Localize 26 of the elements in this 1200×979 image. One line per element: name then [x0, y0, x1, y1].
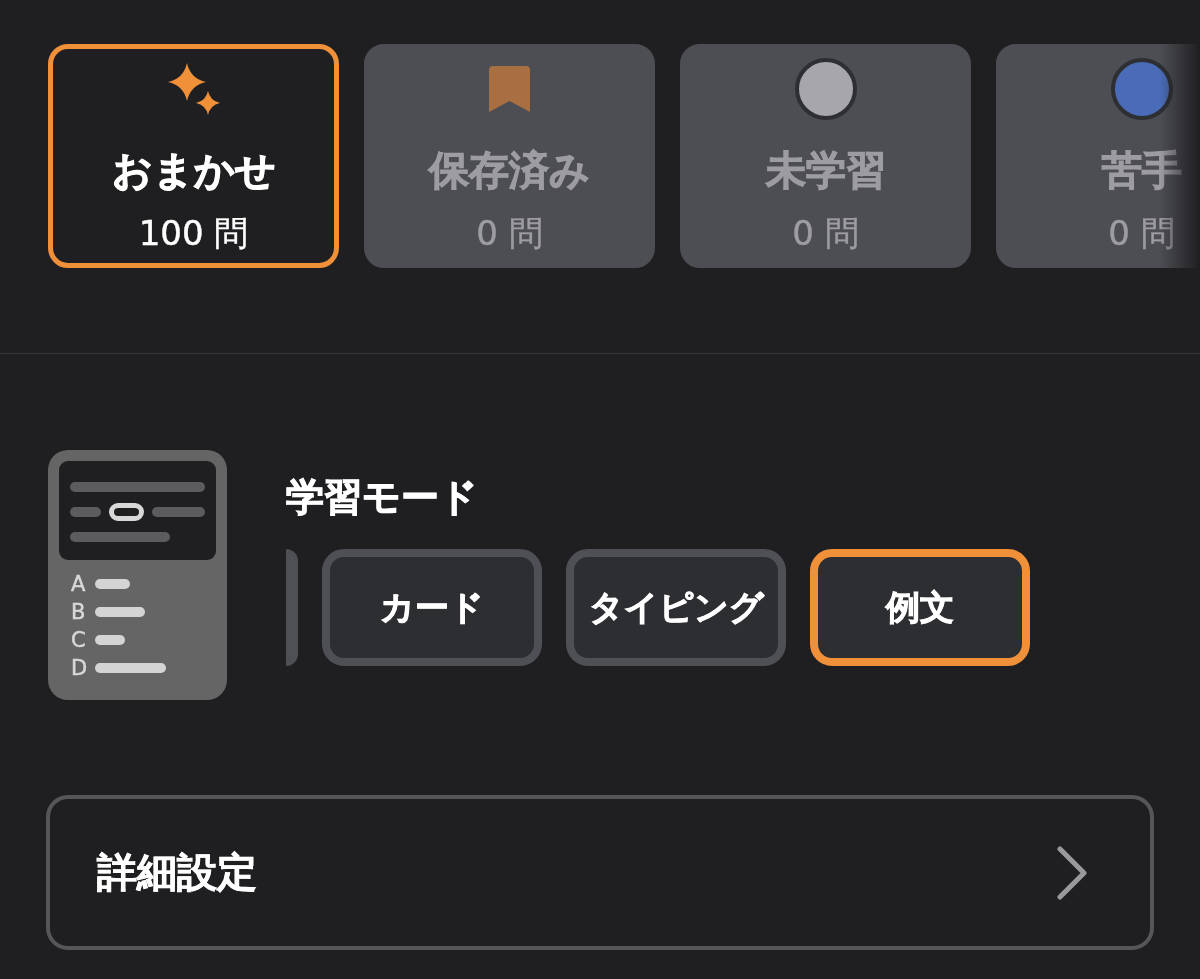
- question-count: 0 問: [476, 213, 543, 253]
- option-letter: D: [71, 656, 89, 680]
- question-count: 0 問: [792, 213, 859, 253]
- option-letter: B: [71, 600, 87, 624]
- category-card[interactable]: おまかせ 100 問: [48, 44, 339, 268]
- chevron-right-icon: [1057, 845, 1087, 900]
- option-bar-icon: [95, 579, 130, 589]
- question-count: 0 問: [1108, 213, 1175, 253]
- mode-button[interactable]: カード: [322, 549, 542, 666]
- option-bar-icon: [95, 607, 145, 617]
- question-count: 100 問: [138, 213, 249, 253]
- mode-button[interactable]: 例文: [810, 549, 1030, 666]
- option-letter: C: [71, 628, 87, 652]
- mode-button[interactable]: タイピング: [566, 549, 786, 666]
- option-bar-icon: [95, 663, 166, 673]
- mode-button[interactable]: [286, 549, 298, 666]
- option-bar-icon: [95, 635, 125, 645]
- category-title: 保存済み: [429, 147, 590, 193]
- category-title: 未学習: [765, 147, 886, 193]
- sparkle-icon: [167, 63, 220, 115]
- category-title: 苦手: [1101, 147, 1182, 193]
- option-letter: A: [71, 572, 87, 596]
- bookmark-icon: [489, 65, 530, 113]
- category-title: おまかせ: [111, 147, 276, 193]
- section-title: 学習モード: [286, 475, 478, 519]
- advanced-settings-button[interactable]: 詳細設定: [46, 795, 1154, 950]
